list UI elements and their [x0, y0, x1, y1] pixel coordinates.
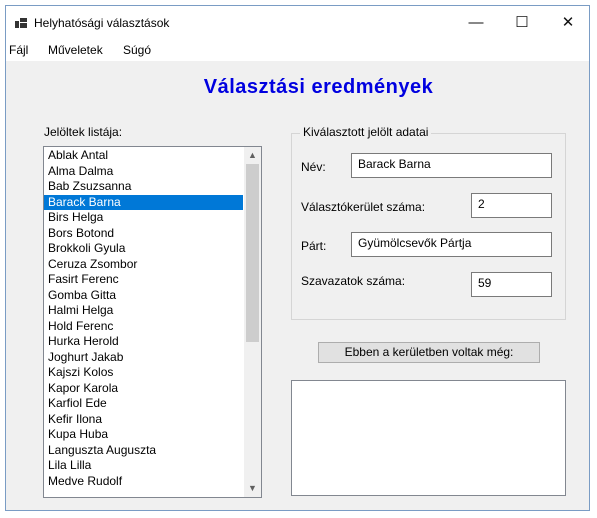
list-item[interactable]: Hurka Herold	[44, 334, 243, 350]
list-item[interactable]: Bab Zsuzsanna	[44, 179, 243, 195]
candidate-listbox[interactable]: Ablak Antal Alma Dalma Bab Zsuzsanna Barack…	[43, 146, 262, 498]
votes-label: Szavazatok száma:	[301, 274, 406, 288]
list-item[interactable]: Languszta Auguszta	[44, 443, 243, 459]
list-item[interactable]: Barack Barna	[44, 194, 243, 210]
party-label: Párt:	[301, 239, 327, 253]
main-window: Helyhatósági választások — ☐ ✕ Fájl Műve…	[5, 5, 590, 511]
candidate-list-label: Jelöltek listája:	[44, 125, 123, 139]
scroll-thumb[interactable]	[246, 164, 259, 342]
name-field[interactable]: Barack Barna	[351, 153, 552, 178]
list-item[interactable]: Bors Botond	[44, 226, 243, 242]
list-item[interactable]: Karfiol Ede	[44, 396, 243, 412]
scroll-up-arrow-icon[interactable]: ▲	[244, 147, 261, 164]
minimize-button[interactable]: —	[453, 6, 499, 39]
list-item[interactable]: Kupa Huba	[44, 427, 243, 443]
menu-help[interactable]: Súgó	[123, 43, 151, 57]
list-item[interactable]: Ablak Antal	[44, 148, 243, 164]
maximize-button[interactable]: ☐	[499, 6, 545, 39]
others-in-district-button[interactable]: Ebben a kerületben voltak még:	[318, 342, 540, 363]
list-item[interactable]: Ceruza Zsombor	[44, 257, 243, 273]
app-icon	[15, 18, 27, 28]
list-item[interactable]: Gomba Gitta	[44, 288, 243, 304]
list-item[interactable]: Fasirt Ferenc	[44, 272, 243, 288]
list-item[interactable]: Hold Ferenc	[44, 319, 243, 335]
list-item[interactable]: Alma Dalma	[44, 164, 243, 180]
votes-field[interactable]: 59	[471, 272, 552, 297]
name-label: Név:	[301, 160, 326, 174]
list-item[interactable]: Kefir Ilona	[44, 412, 243, 428]
menu-operations[interactable]: Műveletek	[48, 43, 103, 57]
list-scrollbar[interactable]: ▲ ▼	[244, 147, 261, 497]
party-field[interactable]: Gyümölcsevők Pártja	[351, 232, 552, 257]
window-title: Helyhatósági választások	[34, 16, 170, 30]
list-item[interactable]: Medve Rudolf	[44, 474, 243, 490]
candidate-items: Ablak Antal Alma Dalma Bab Zsuzsanna Barack…	[44, 148, 243, 489]
list-item[interactable]: Birs Helga	[44, 210, 243, 226]
scroll-down-arrow-icon[interactable]: ▼	[244, 480, 261, 497]
list-item[interactable]: Kapor Karola	[44, 381, 243, 397]
district-label: Választókerület száma:	[301, 200, 426, 214]
district-field[interactable]: 2	[471, 193, 552, 218]
list-item[interactable]: Kajszi Kolos	[44, 365, 243, 381]
title-bar[interactable]: Helyhatósági választások — ☐ ✕	[6, 6, 589, 39]
list-item[interactable]: Lila Lilla	[44, 458, 243, 474]
close-button[interactable]: ✕	[545, 6, 591, 39]
list-item[interactable]: Brokkoli Gyula	[44, 241, 243, 257]
menu-bar: Fájl Műveletek Súgó	[6, 39, 589, 61]
list-item[interactable]: Joghurt Jakab	[44, 350, 243, 366]
details-group-title: Kiválasztott jelölt adatai	[300, 125, 432, 139]
menu-file[interactable]: Fájl	[9, 43, 28, 57]
list-item[interactable]: Halmi Helga	[44, 303, 243, 319]
others-output-box[interactable]	[291, 380, 566, 496]
page-title: Választási eredmények	[203, 76, 434, 98]
